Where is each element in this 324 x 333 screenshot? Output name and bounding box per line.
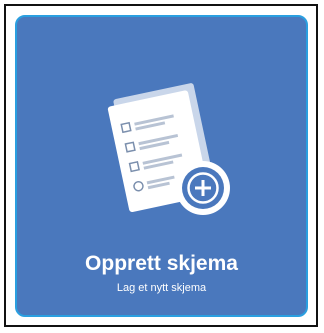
card-title: Opprett skjema [85,252,238,275]
card-subtitle: Lag et nytt skjema [116,282,207,294]
create-form-card[interactable]: Opprett skjema Lag et nytt skjema [15,15,308,317]
form-add-icon [107,83,230,215]
